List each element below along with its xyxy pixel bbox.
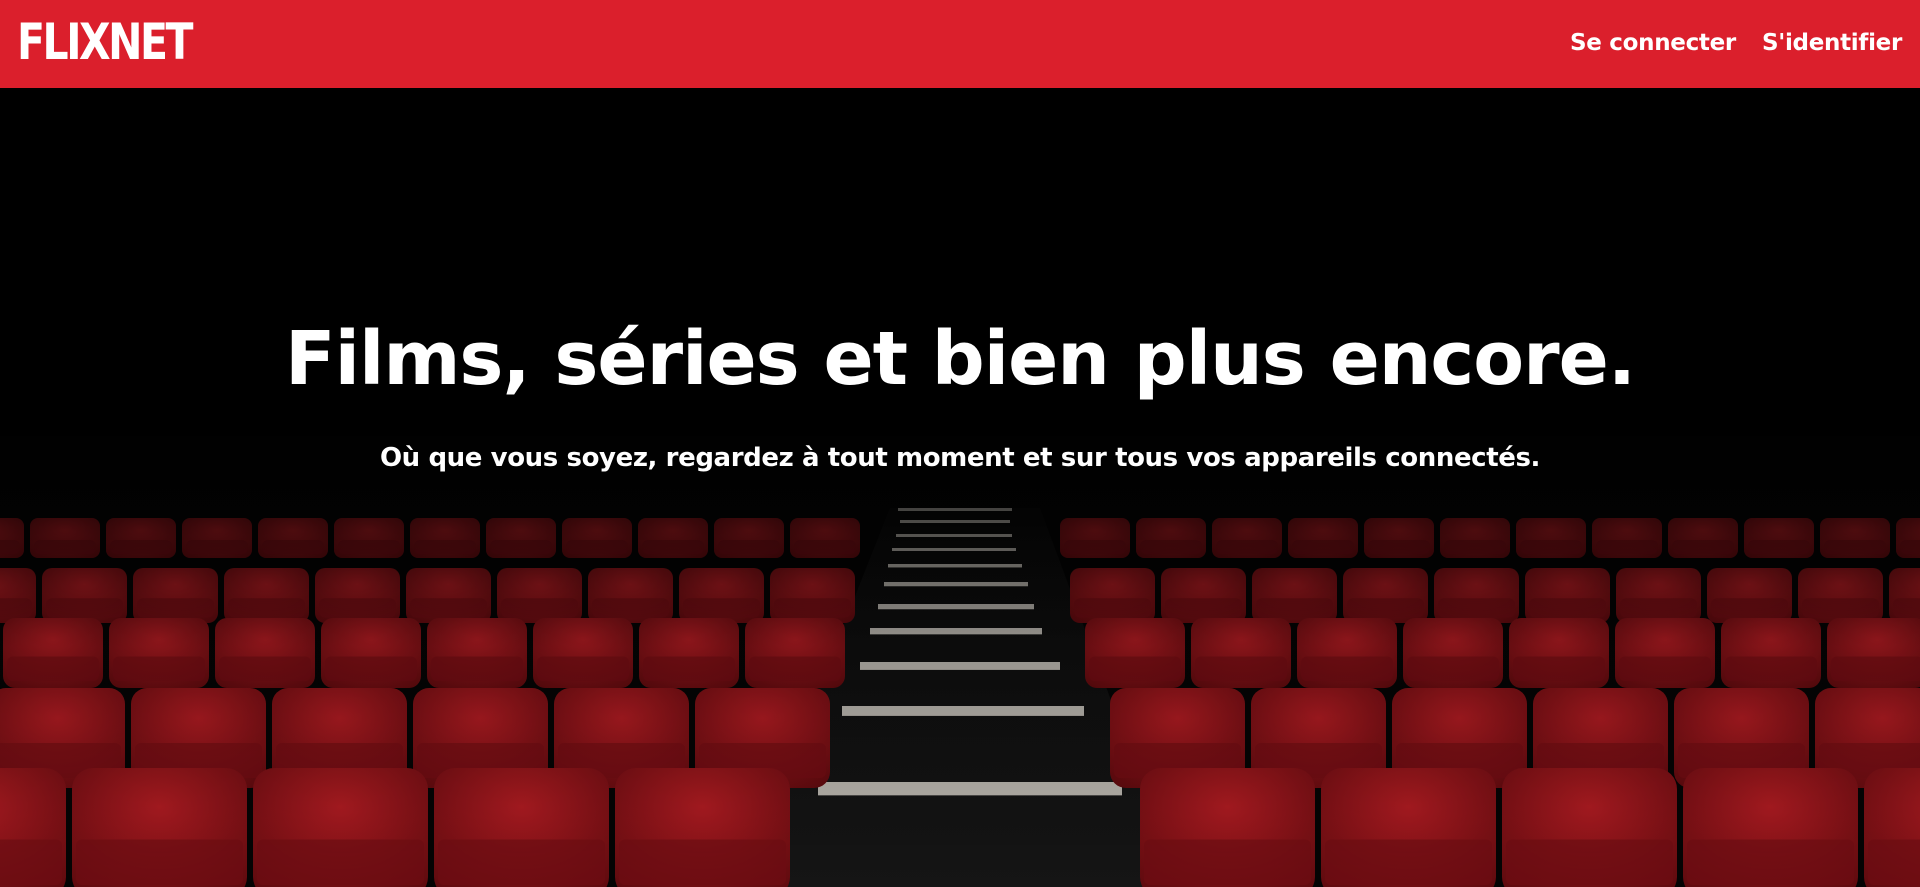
login-link[interactable]: Se connecter (1570, 30, 1736, 56)
hero-title: Films, séries et bien plus encore. (285, 316, 1636, 402)
signup-link[interactable]: S'identifier (1762, 30, 1902, 56)
hero-subtitle: Où que vous soyez, regardez à tout momen… (379, 443, 1541, 473)
top-navbar: FLIXNET Se connecter S'identifier (0, 0, 1920, 88)
hero-section: Films, séries et bien plus encore. Où qu… (0, 88, 1920, 887)
flixnet-logo[interactable]: FLIXNET (17, 17, 194, 67)
nav-links: Se connecter S'identifier (1570, 30, 1902, 56)
cinema-seats-image (0, 88, 1920, 887)
